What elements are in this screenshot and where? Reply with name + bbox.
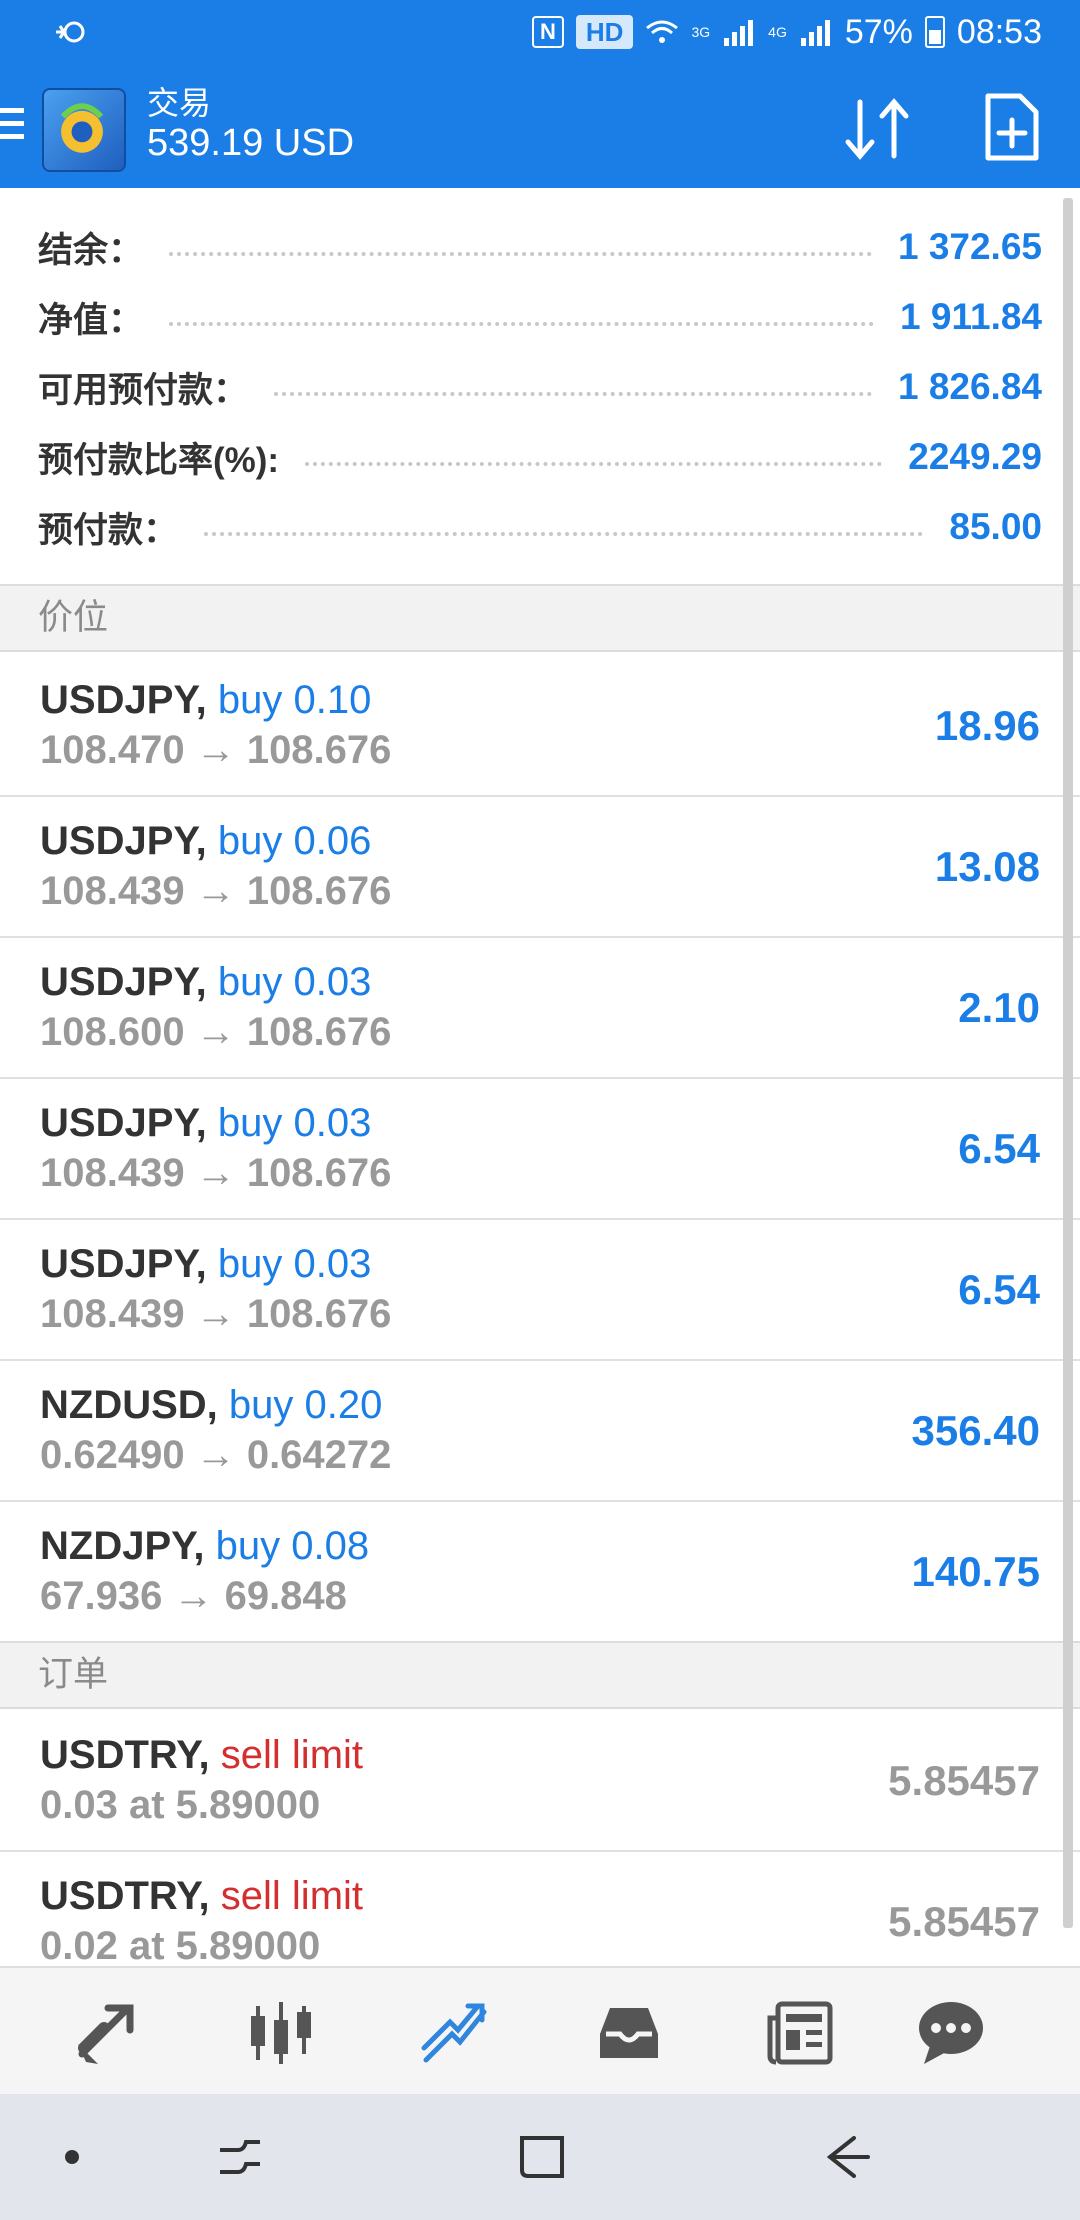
summary-label: 可用预付款： — [38, 370, 249, 410]
position-action: buy 0.06 — [217, 819, 372, 863]
section-header-orders: 订单 — [0, 1641, 1080, 1709]
position-row[interactable]: NZDJPY, buy 0.08 67.936 → 69.848 140.75 — [0, 1502, 1080, 1643]
summary-value: 1 372.65 — [897, 226, 1042, 267]
order-detail: 0.03 at 5.89000 — [40, 1783, 321, 1827]
summary-value: 2249.29 — [908, 436, 1042, 477]
home-icon[interactable] — [512, 2132, 572, 2182]
position-prices: 108.439 → 108.676 — [40, 869, 392, 913]
new-order-icon[interactable] — [984, 92, 1040, 162]
summary-row-free-margin: 可用预付款： 1 826.84 — [38, 352, 1042, 422]
system-navigation-bar — [0, 2094, 1080, 2220]
summary-row-margin: 预付款： 85.00 — [38, 492, 1042, 562]
network-3g-label: 3G — [691, 24, 711, 40]
order-symbol: USDTRY, — [40, 1733, 210, 1777]
summary-value: 1 911.84 — [900, 296, 1042, 337]
position-row[interactable]: USDJPY, buy 0.03 108.600 → 108.676 2.10 — [0, 938, 1080, 1079]
order-symbol: USDTRY, — [40, 1874, 210, 1918]
order-action: sell limit — [220, 1733, 364, 1777]
leader-dots — [169, 238, 872, 256]
position-prices: 108.470 → 108.676 — [40, 728, 392, 772]
network-4g-label: 4G — [768, 24, 787, 40]
position-action: buy 0.03 — [217, 1101, 372, 1145]
position-row[interactable]: USDJPY, buy 0.03 108.439 → 108.676 6.54 — [0, 1220, 1080, 1361]
wifi-icon — [646, 20, 679, 43]
order-row[interactable]: USDTRY, sell limit 0.03 at 5.89000 5.854… — [0, 1711, 1080, 1852]
status-bar: N HD 3G 4G 57% 08:53 — [0, 0, 1080, 64]
position-symbol: USDJPY, — [40, 678, 207, 722]
position-symbol: USDJPY, — [40, 1242, 207, 1286]
position-row[interactable]: USDJPY, buy 0.10 108.470 → 108.676 18.96 — [0, 656, 1080, 797]
position-profit: 13.08 — [934, 843, 1040, 890]
battery-icon — [924, 16, 945, 48]
position-profit: 18.96 — [934, 702, 1040, 749]
leader-dots — [169, 308, 875, 326]
order-detail: 0.02 at 5.89000 — [40, 1924, 321, 1968]
position-row[interactable]: NZDUSD, buy 0.20 0.62490 → 0.64272 356.4… — [0, 1361, 1080, 1502]
sort-icon[interactable] — [842, 94, 912, 164]
position-symbol: USDJPY, — [40, 1101, 207, 1145]
position-action: buy 0.20 — [228, 1383, 383, 1427]
position-symbol: USDJPY, — [40, 819, 207, 863]
summary-label: 预付款比率(%): — [38, 440, 280, 480]
summary-row-margin-level: 预付款比率(%): 2249.29 — [38, 422, 1042, 492]
order-action: sell limit — [220, 1874, 364, 1918]
account-summary: 结余： 1 372.65 净值： 1 911.84 可用预付款： 1 826.8… — [0, 188, 1060, 584]
position-profit: 356.40 — [911, 1407, 1040, 1454]
bottom-tab-bar — [0, 1966, 1080, 2096]
summary-value: 85.00 — [949, 506, 1042, 547]
summary-row-equity: 净值： 1 911.84 — [38, 282, 1042, 352]
position-action: buy 0.03 — [217, 960, 372, 1004]
chat-icon[interactable] — [916, 1998, 986, 2068]
recent-apps-icon[interactable] — [210, 2132, 270, 2182]
leader-dots — [204, 518, 924, 536]
summary-value: 1 826.84 — [897, 366, 1042, 407]
signal-icon — [724, 20, 754, 46]
position-action: buy 0.08 — [215, 1524, 370, 1568]
position-prices: 108.439 → 108.676 — [40, 1292, 392, 1336]
position-profit: 6.54 — [958, 1125, 1040, 1172]
page-title: 交易 — [147, 85, 212, 121]
position-profit: 6.54 — [958, 1266, 1040, 1313]
quotes-arrows-icon[interactable] — [72, 1998, 142, 2068]
trade-trend-icon[interactable] — [420, 1998, 490, 2068]
account-balance: 539.19 USD — [147, 122, 355, 164]
position-prices: 0.62490 → 0.64272 — [40, 1433, 392, 1477]
clock: 08:53 — [956, 12, 1042, 51]
position-profit: 2.10 — [958, 984, 1040, 1031]
hd-badge: HD — [575, 15, 634, 49]
back-icon[interactable] — [816, 2132, 876, 2182]
position-row[interactable]: USDJPY, buy 0.06 108.439 → 108.676 13.08 — [0, 797, 1080, 938]
battery-percent: 57% — [844, 12, 913, 51]
scrollbar[interactable] — [1063, 198, 1073, 1928]
summary-label: 结余： — [38, 230, 144, 270]
leader-dots — [305, 448, 883, 466]
dot-indicator-icon — [65, 2150, 79, 2164]
app-toolbar: 交易 539.19 USD — [0, 64, 1080, 188]
order-price: 5.85457 — [888, 1757, 1040, 1804]
nfc-icon: N — [532, 16, 564, 48]
position-profit: 140.75 — [911, 1548, 1040, 1595]
chart-candles-icon[interactable] — [246, 1998, 316, 2068]
app-logo — [42, 88, 126, 172]
position-prices: 67.936 → 69.848 — [40, 1574, 347, 1618]
order-price: 5.85457 — [888, 1898, 1040, 1945]
position-symbol: USDJPY, — [40, 960, 207, 1004]
summary-row-balance: 结余： 1 372.65 — [38, 212, 1042, 282]
summary-label: 预付款： — [38, 510, 179, 550]
position-symbol: NZDJPY, — [40, 1524, 205, 1568]
summary-label: 净值： — [38, 300, 144, 340]
section-header-positions: 价位 — [0, 584, 1080, 652]
position-action: buy 0.10 — [217, 678, 372, 722]
history-inbox-icon[interactable] — [594, 1998, 664, 2068]
signal-icon-2 — [800, 20, 830, 46]
position-prices: 108.600 → 108.676 — [40, 1010, 392, 1054]
position-symbol: NZDUSD, — [40, 1383, 218, 1427]
news-icon[interactable] — [766, 1998, 836, 2068]
notification-icon — [56, 21, 85, 43]
leader-dots — [274, 378, 872, 396]
position-prices: 108.439 → 108.676 — [40, 1151, 392, 1195]
menu-icon[interactable] — [0, 108, 24, 144]
position-action: buy 0.03 — [217, 1242, 372, 1286]
position-row[interactable]: USDJPY, buy 0.03 108.439 → 108.676 6.54 — [0, 1079, 1080, 1220]
